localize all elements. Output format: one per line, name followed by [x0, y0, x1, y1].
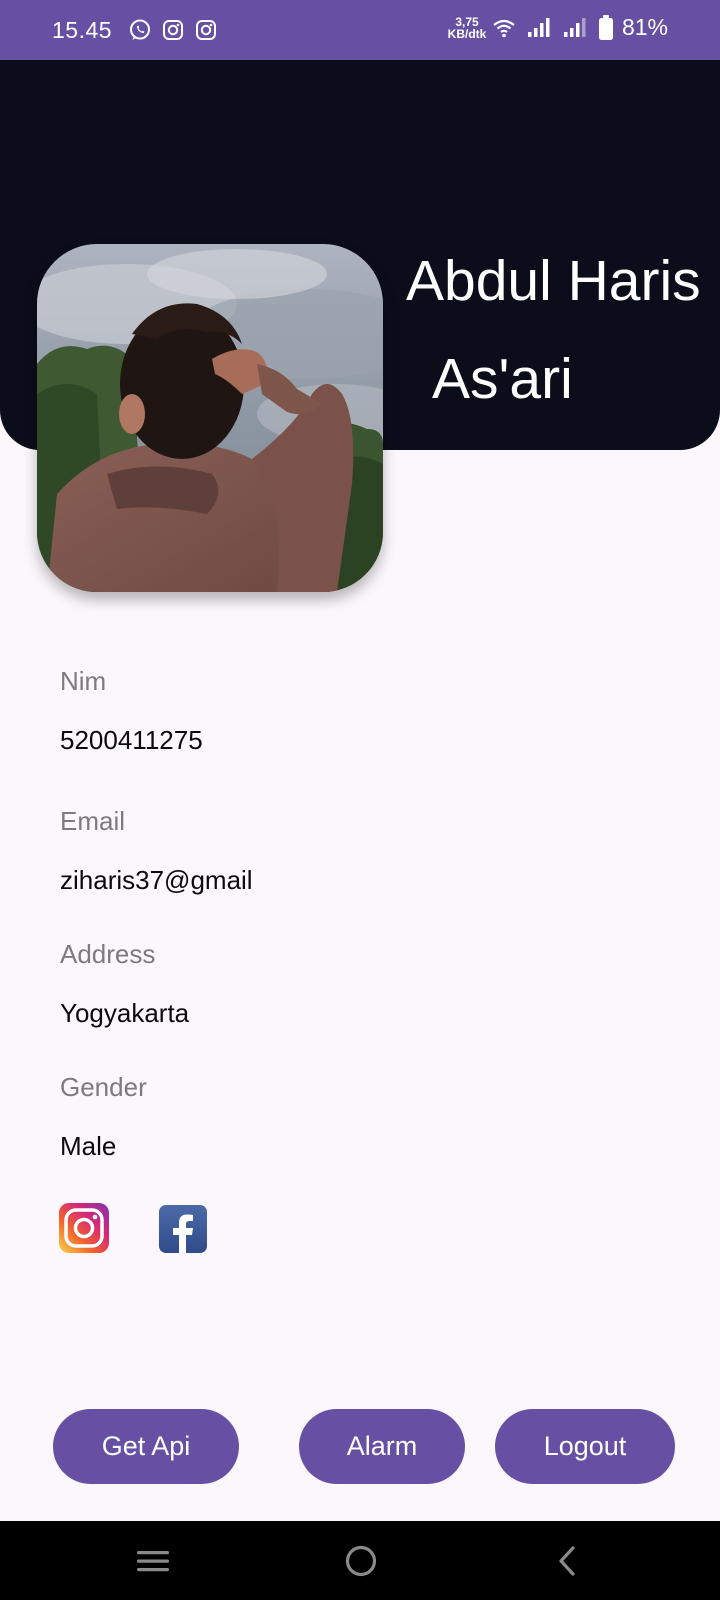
battery-icon — [598, 14, 614, 41]
status-right-group: 81% — [492, 14, 668, 41]
email-label: Email — [60, 806, 126, 836]
gender-label: Gender — [60, 1072, 147, 1102]
instagram-icon[interactable] — [59, 1203, 109, 1253]
wifi-icon — [492, 17, 516, 39]
signal-icon — [526, 17, 552, 39]
logout-button[interactable]: Logout — [495, 1409, 675, 1484]
facebook-icon[interactable] — [159, 1205, 207, 1253]
address-label: Address — [60, 939, 156, 969]
nim-label: Nim — [60, 666, 107, 696]
get-api-button[interactable]: Get Api — [53, 1409, 239, 1484]
whatsapp-icon — [128, 18, 152, 42]
nim-value: 5200411275 — [60, 725, 203, 755]
email-value: ziharis37@gmail — [60, 865, 253, 895]
profile-photo — [37, 244, 383, 592]
home-icon[interactable] — [341, 1541, 381, 1581]
network-speed: 3,75 KB/dtk — [444, 16, 490, 40]
instagram-notification-icon — [161, 18, 185, 42]
status-bar: 15.45 3,75 KB/dtk 81% — [0, 0, 720, 60]
profile-name-last: As'ari — [432, 347, 573, 411]
profile-name-first: Abdul Haris — [406, 249, 701, 313]
system-nav-bar — [0, 1521, 720, 1600]
profile-screen: 15.45 3,75 KB/dtk 81% Abdul Haris As'ari… — [0, 0, 720, 1600]
status-time: 15.45 — [52, 17, 113, 43]
gender-value: Male — [60, 1131, 117, 1161]
back-icon[interactable] — [548, 1541, 588, 1581]
address-value: Yogyakarta — [60, 998, 190, 1028]
alarm-button[interactable]: Alarm — [299, 1409, 465, 1484]
recent-apps-icon[interactable] — [133, 1541, 173, 1581]
notification-icons — [128, 18, 218, 42]
instagram-notification-icon — [194, 18, 218, 42]
battery-percent: 81% — [621, 14, 668, 40]
network-speed-unit: KB/dtk — [447, 27, 487, 41]
signal-icon — [562, 17, 588, 39]
